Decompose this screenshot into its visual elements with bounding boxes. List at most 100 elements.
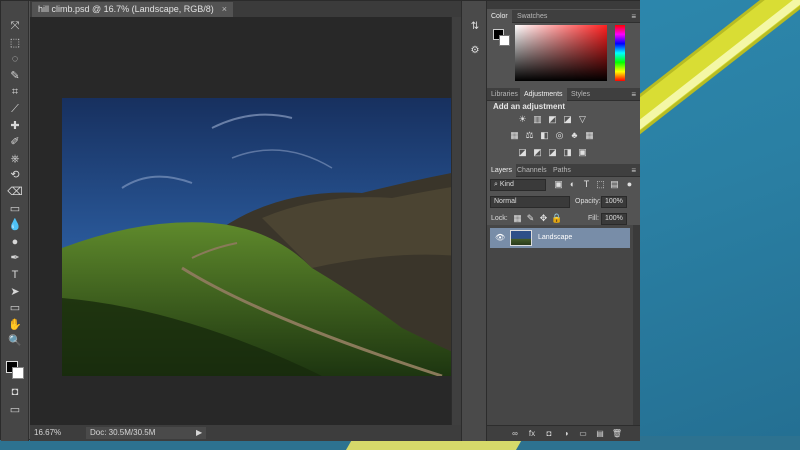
tab-libraries[interactable]: Libraries — [487, 88, 522, 101]
layer-mask-icon[interactable]: ◘ — [543, 428, 555, 440]
brush-tool-icon[interactable]: ✐ — [7, 135, 23, 149]
fill-label: Fill: — [588, 215, 599, 222]
tab-styles[interactable]: Styles — [567, 88, 594, 101]
tab-swatches[interactable]: Swatches — [513, 10, 551, 23]
crop-tool-icon[interactable]: ⌗ — [7, 85, 23, 99]
pixel-filter-icon[interactable]: ▣ — [553, 179, 564, 190]
lock-position-icon[interactable]: ✥ — [538, 213, 549, 224]
adjustment-0-4-icon[interactable]: ▽ — [577, 114, 588, 125]
adjustment-0-0-icon[interactable]: ☀ — [517, 114, 528, 125]
lock-transparent-icon[interactable]: ▦ — [512, 213, 523, 224]
document-tab-title: hill climb.psd @ 16.7% (Landscape, RGB/8… — [38, 4, 214, 14]
color-swatches[interactable] — [6, 361, 26, 381]
color-panel-tabs: Color Swatches ≡ — [487, 10, 640, 23]
document-tab[interactable]: hill climb.psd @ 16.7% (Landscape, RGB/8… — [32, 2, 233, 17]
type-filter-icon[interactable]: T — [581, 179, 592, 190]
move-tool-icon[interactable]: ⤧ — [7, 19, 23, 33]
hand-tool-icon[interactable]: ✋ — [7, 318, 23, 332]
blend-mode-select[interactable]: Normal — [490, 196, 570, 208]
background-color[interactable] — [12, 367, 24, 379]
group-icon[interactable]: ▭ — [577, 428, 589, 440]
adjustment-0-3-icon[interactable]: ◪ — [562, 114, 573, 125]
photoshop-window: ⤧ ⬚ ◌ ✎ ⌗ ⟋ ✚ ✐ ⎈ ⟲ ⌫ ▭ 💧 ● ✒ T ➤ ▭ ✋ 🔍 ◘ ▭ hill climb.psd @ … — [0, 0, 640, 441]
eraser-tool-icon[interactable]: ⌫ — [7, 185, 23, 199]
adjustment-2-4-icon[interactable]: ▣ — [577, 147, 588, 158]
zoom-tool-icon[interactable]: 🔍 — [7, 334, 23, 348]
panel-menu-icon[interactable]: ≡ — [631, 88, 636, 101]
fill-input[interactable]: 100% — [601, 213, 627, 225]
adjustment-2-1-icon[interactable]: ◩ — [532, 147, 543, 158]
background-color-swatch[interactable] — [499, 35, 510, 46]
canvas-area[interactable] — [30, 17, 478, 425]
trash-icon[interactable]: 🗑 — [611, 428, 623, 440]
filter-toggle-icon[interactable]: ● — [624, 179, 635, 190]
quick-select-tool-icon[interactable]: ✎ — [7, 69, 23, 83]
path-select-tool-icon[interactable]: ➤ — [7, 285, 23, 299]
layers-footer: ∞ fx ◘ ◑ ▭ ▤ 🗑 — [487, 425, 640, 441]
tools-panel: ⤧ ⬚ ◌ ✎ ⌗ ⟋ ✚ ✐ ⎈ ⟲ ⌫ ▭ 💧 ● ✒ T ➤ ▭ ✋ 🔍 ◘ ▭ — [1, 1, 29, 441]
new-layer-icon[interactable]: ▤ — [594, 428, 606, 440]
layers-panel-tabs: Layers Channels Paths ≡ — [487, 164, 640, 177]
doc-size-info: Doc: 30.5M/30.5M — [86, 427, 206, 439]
status-menu-arrow-icon[interactable]: ▶ — [196, 425, 202, 441]
smart-object-filter-icon[interactable]: ▤ — [609, 179, 620, 190]
history-panel-icon[interactable]: ⇅ — [467, 19, 483, 35]
landscape-image[interactable] — [62, 98, 478, 376]
adjustment-1-2-icon[interactable]: ◧ — [539, 130, 550, 141]
adjustment-1-4-icon[interactable]: ♣ — [569, 130, 580, 141]
link-layers-icon[interactable]: ∞ — [509, 428, 521, 440]
filter-kind-select[interactable]: ⌕ Kind — [490, 179, 546, 191]
adjustment-1-1-icon[interactable]: ⚖ — [524, 130, 535, 141]
screen-mode-icon[interactable]: ▭ — [7, 403, 23, 417]
tab-color[interactable]: Color — [487, 10, 512, 23]
adjustment-2-3-icon[interactable]: ◨ — [562, 147, 573, 158]
close-icon[interactable]: × — [222, 4, 227, 14]
tab-layers[interactable]: Layers — [487, 164, 517, 177]
kind-label: Kind — [499, 181, 514, 188]
clone-stamp-tool-icon[interactable]: ⎈ — [7, 152, 23, 166]
opacity-input[interactable]: 100% — [601, 196, 627, 208]
lock-all-icon[interactable]: 🔒 — [551, 213, 562, 224]
healing-brush-tool-icon[interactable]: ✚ — [7, 119, 23, 133]
pen-tool-icon[interactable]: ✒ — [7, 251, 23, 265]
shape-filter-icon[interactable]: ⬚ — [595, 179, 606, 190]
layer-row[interactable]: 👁 Landscape — [490, 228, 630, 248]
lasso-tool-icon[interactable]: ◌ — [7, 52, 23, 66]
hue-slider[interactable] — [615, 25, 625, 81]
properties-panel-icon[interactable]: ⚙ — [467, 43, 483, 59]
panel-menu-icon[interactable]: ≡ — [631, 10, 636, 23]
adjustments-title: Add an adjustment — [493, 102, 566, 111]
dodge-tool-icon[interactable]: ● — [7, 235, 23, 249]
layers-list — [487, 225, 633, 425]
lock-image-icon[interactable]: ✎ — [525, 213, 536, 224]
type-tool-icon[interactable]: T — [7, 268, 23, 282]
adjustment-0-2-icon[interactable]: ◩ — [547, 114, 558, 125]
adjustment-1-0-icon[interactable]: ▦ — [509, 130, 520, 141]
marquee-tool-icon[interactable]: ⬚ — [7, 36, 23, 50]
eyedropper-tool-icon[interactable]: ⟋ — [7, 102, 23, 116]
layer-name[interactable]: Landscape — [538, 228, 572, 248]
adjustment-0-1-icon[interactable]: ▥ — [532, 114, 543, 125]
tab-paths[interactable]: Paths — [549, 164, 575, 177]
zoom-level[interactable]: 16.67% — [34, 425, 61, 441]
adjustment-2-2-icon[interactable]: ◪ — [547, 147, 558, 158]
gradient-tool-icon[interactable]: ▭ — [7, 202, 23, 216]
status-bar: 16.67% Doc: 30.5M/30.5M ▶ — [30, 425, 461, 441]
quick-mask-icon[interactable]: ◘ — [7, 385, 23, 399]
layers-scrollbar[interactable] — [633, 225, 640, 425]
rectangle-tool-icon[interactable]: ▭ — [7, 301, 23, 315]
history-brush-tool-icon[interactable]: ⟲ — [7, 168, 23, 182]
adjustment-2-0-icon[interactable]: ◪ — [517, 147, 528, 158]
blur-tool-icon[interactable]: 💧 — [7, 218, 23, 232]
tab-channels[interactable]: Channels — [513, 164, 551, 177]
fx-icon[interactable]: fx — [526, 428, 538, 440]
adjustment-1-3-icon[interactable]: ◎ — [554, 130, 565, 141]
tab-adjustments[interactable]: Adjustments — [520, 88, 567, 101]
vertical-scrollbar[interactable] — [451, 17, 461, 425]
eye-icon[interactable]: 👁 — [495, 228, 505, 248]
adjustment-layer-icon[interactable]: ◑ — [560, 428, 572, 440]
adjustment-filter-icon[interactable]: ◐ — [567, 179, 578, 190]
adjustment-1-5-icon[interactable]: ▦ — [584, 130, 595, 141]
color-picker-field[interactable] — [515, 25, 607, 81]
panel-menu-icon[interactable]: ≡ — [631, 164, 636, 177]
